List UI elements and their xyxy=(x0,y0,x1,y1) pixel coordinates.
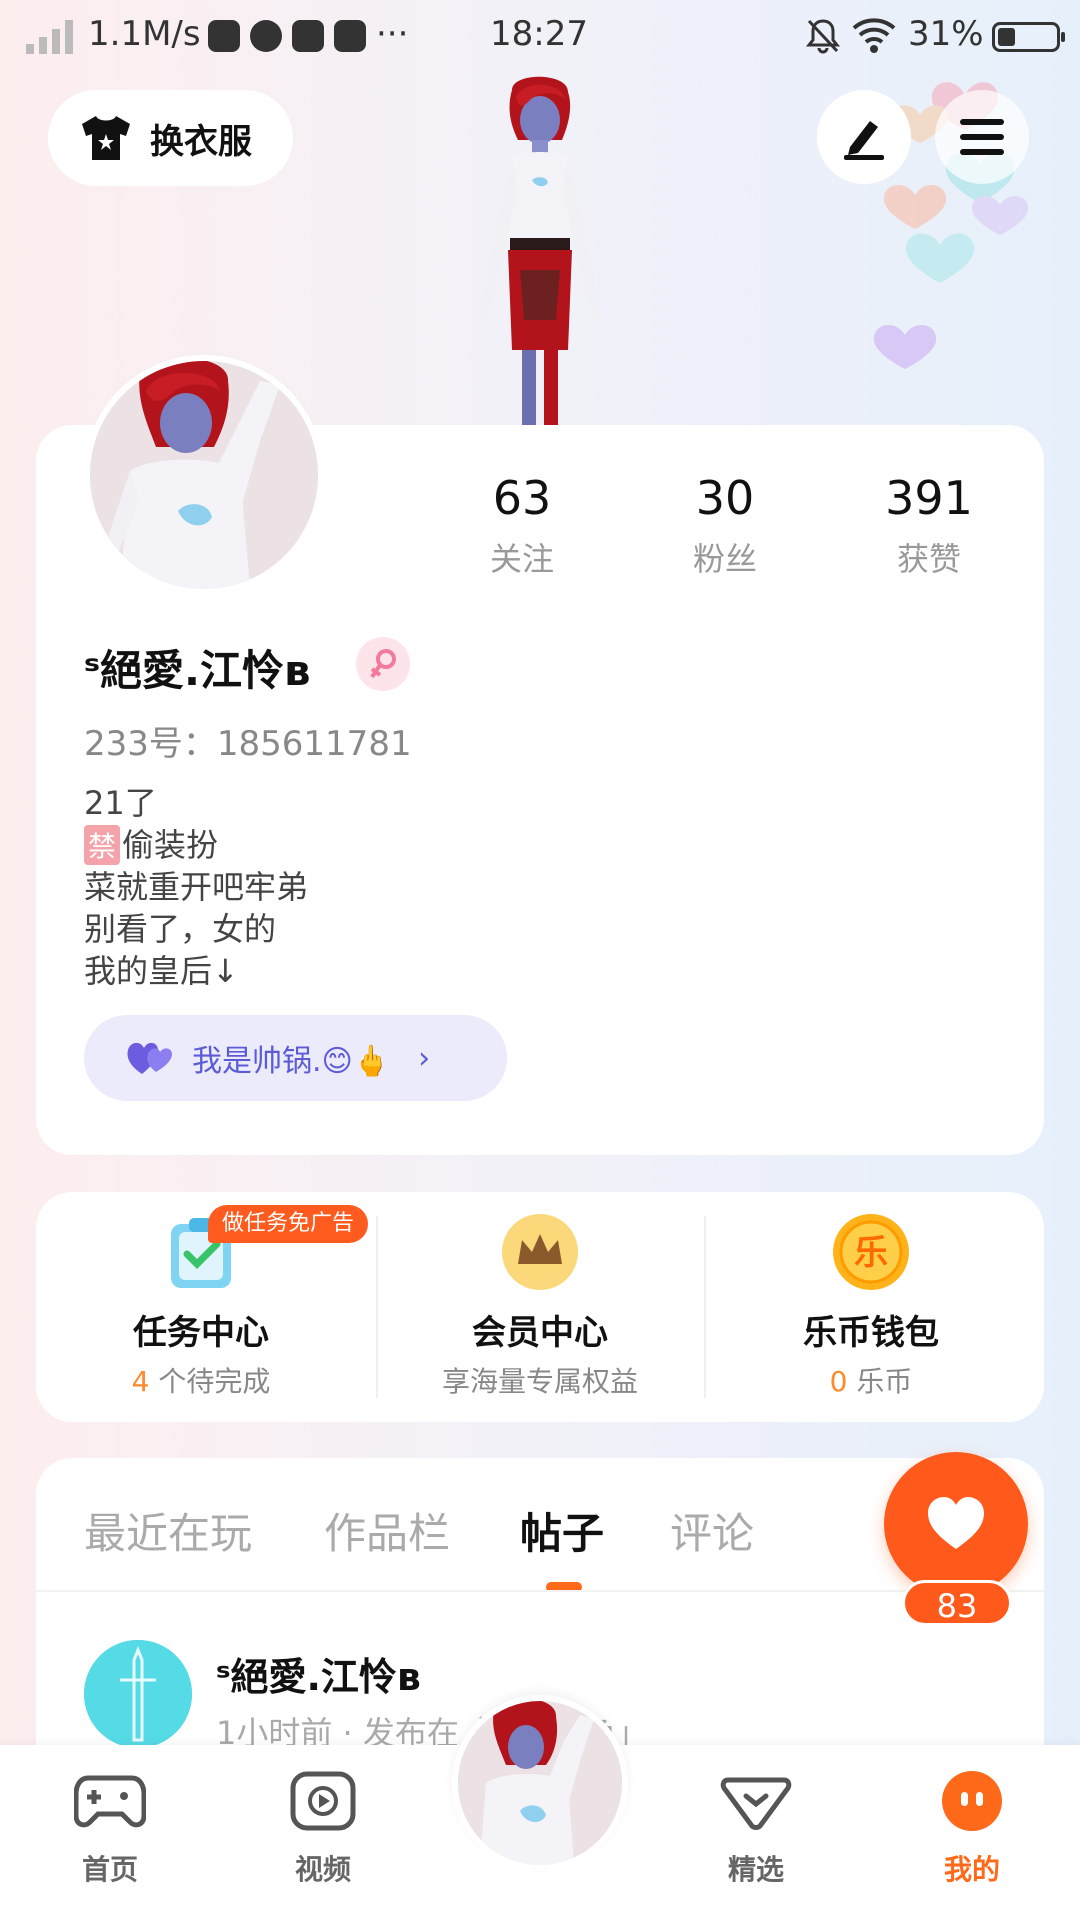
services-card: 任务中心 4 个待完成 会员中心 享海量专属权益 乐 乐币钱包 0 乐币 xyxy=(36,1192,1044,1422)
vip-center[interactable]: 会员中心 享海量专属权益 xyxy=(375,1192,705,1422)
nav-featured-label: 精选 xyxy=(727,1853,784,1886)
followers-label: 粉丝 xyxy=(692,540,757,578)
shirt-icon xyxy=(82,116,130,160)
ban-tag: 禁 xyxy=(84,825,121,865)
coin-icon: 乐 xyxy=(833,1214,909,1290)
followers-stat[interactable]: 30 粉丝 xyxy=(645,470,805,580)
signal-icon xyxy=(26,20,73,54)
likes-count: 391 xyxy=(885,471,973,525)
task-center-title: 任务中心 xyxy=(133,1313,269,1353)
pen-icon xyxy=(844,121,884,160)
following-count: 63 xyxy=(492,471,552,525)
vip-center-title: 会员中心 xyxy=(472,1313,608,1353)
coin-wallet-subtitle: 0 乐币 xyxy=(829,1365,913,1398)
likes-stat[interactable]: 391 获赞 xyxy=(849,470,1009,580)
more-notifications: ··· xyxy=(376,14,409,54)
heart-chat-icon xyxy=(720,1777,792,1830)
profile-avatar[interactable] xyxy=(84,355,324,595)
couple-signature-pill[interactable]: 我是帅锅.😊🖕 › xyxy=(84,1015,507,1101)
likes-label: 获赞 xyxy=(896,540,961,578)
menu-button[interactable] xyxy=(935,90,1029,184)
app-notification-icon xyxy=(334,20,366,52)
chevron-right-icon: › xyxy=(418,1040,431,1076)
gamepad-icon xyxy=(73,1775,147,1828)
bio-text: 偷装扮 xyxy=(122,826,219,864)
post-author-name[interactable]: ˢ絕愛.江怜ʙ xyxy=(216,1646,421,1701)
divider xyxy=(36,1590,1044,1592)
followers-count: 30 xyxy=(695,471,755,525)
tiktok-notification-icon xyxy=(292,20,324,52)
tab-works[interactable]: 作品栏 xyxy=(324,1500,450,1561)
battery-icon xyxy=(992,22,1065,52)
bio-line: 菜就重开吧牢弟 xyxy=(84,868,309,906)
network-speed: 1.1M/s xyxy=(88,14,201,54)
following-label: 关注 xyxy=(489,540,554,578)
avatar-image xyxy=(90,361,318,589)
nav-me-label: 我的 xyxy=(943,1853,1000,1886)
change-outfit-label: 换衣服 xyxy=(150,121,252,162)
heart-icon xyxy=(928,1497,984,1549)
tab-recently-played[interactable]: 最近在玩 xyxy=(84,1500,252,1561)
play-icon xyxy=(290,1771,356,1831)
avatar-image xyxy=(84,1640,192,1748)
clock: 18:27 xyxy=(490,14,588,54)
female-gender-badge xyxy=(356,637,410,691)
mute-bell-icon xyxy=(806,19,840,54)
username: ˢ絕愛.江怜ʙ xyxy=(84,646,311,695)
crown-icon xyxy=(502,1214,578,1290)
nav-video-label: 视频 xyxy=(294,1853,351,1886)
nav-video[interactable]: 视频 xyxy=(253,1770,393,1888)
bio-line: 我的皇后↓ xyxy=(84,952,239,990)
task-center-subtitle: 4 个待完成 xyxy=(131,1365,271,1398)
nav-home-label: 首页 xyxy=(81,1853,138,1886)
user-id: 233号：185611781 xyxy=(84,724,412,764)
task-ad-free-badge: 做任务免广告 xyxy=(208,1205,369,1243)
app-notification-icon xyxy=(208,20,240,52)
bio-line: 21了 xyxy=(84,784,157,822)
app-notification-icon xyxy=(250,20,282,52)
vip-center-subtitle: 享海量专属权益 xyxy=(441,1365,638,1398)
signature-text: 我是帅锅.😊🖕 xyxy=(192,1044,391,1079)
change-outfit-button[interactable]: 换衣服 xyxy=(48,90,293,186)
hamburger-menu-icon xyxy=(960,119,1004,155)
tab-comments[interactable]: 评论 xyxy=(670,1500,754,1561)
bio-line: 禁偷装扮 xyxy=(84,820,218,866)
nav-avatar-button[interactable] xyxy=(452,1695,628,1871)
tab-posts[interactable]: 帖子 xyxy=(520,1500,604,1561)
coin-wallet[interactable]: 乐 乐币钱包 0 乐币 xyxy=(706,1192,1036,1422)
like-count: 83 xyxy=(902,1580,1012,1626)
wifi-icon xyxy=(852,18,896,53)
avatar-image xyxy=(458,1701,622,1865)
nav-home[interactable]: 首页 xyxy=(40,1770,180,1888)
female-symbol-icon xyxy=(370,649,396,679)
avatar-3d-figure xyxy=(480,76,600,428)
following-stat[interactable]: 63 关注 xyxy=(442,470,602,580)
nav-me[interactable]: 我的 xyxy=(902,1770,1042,1888)
battery-percent: 31% xyxy=(908,14,984,54)
like-button[interactable] xyxy=(884,1452,1028,1596)
coin-wallet-title: 乐币钱包 xyxy=(803,1313,939,1353)
svg-text:乐: 乐 xyxy=(854,1233,888,1273)
post-author-avatar[interactable] xyxy=(84,1640,192,1748)
double-heart-icon xyxy=(127,1042,172,1074)
nav-featured[interactable]: 精选 xyxy=(686,1770,826,1888)
face-icon xyxy=(942,1771,1002,1831)
edit-profile-button[interactable] xyxy=(817,90,911,184)
bio-line: 别看了，女的 xyxy=(84,910,277,948)
